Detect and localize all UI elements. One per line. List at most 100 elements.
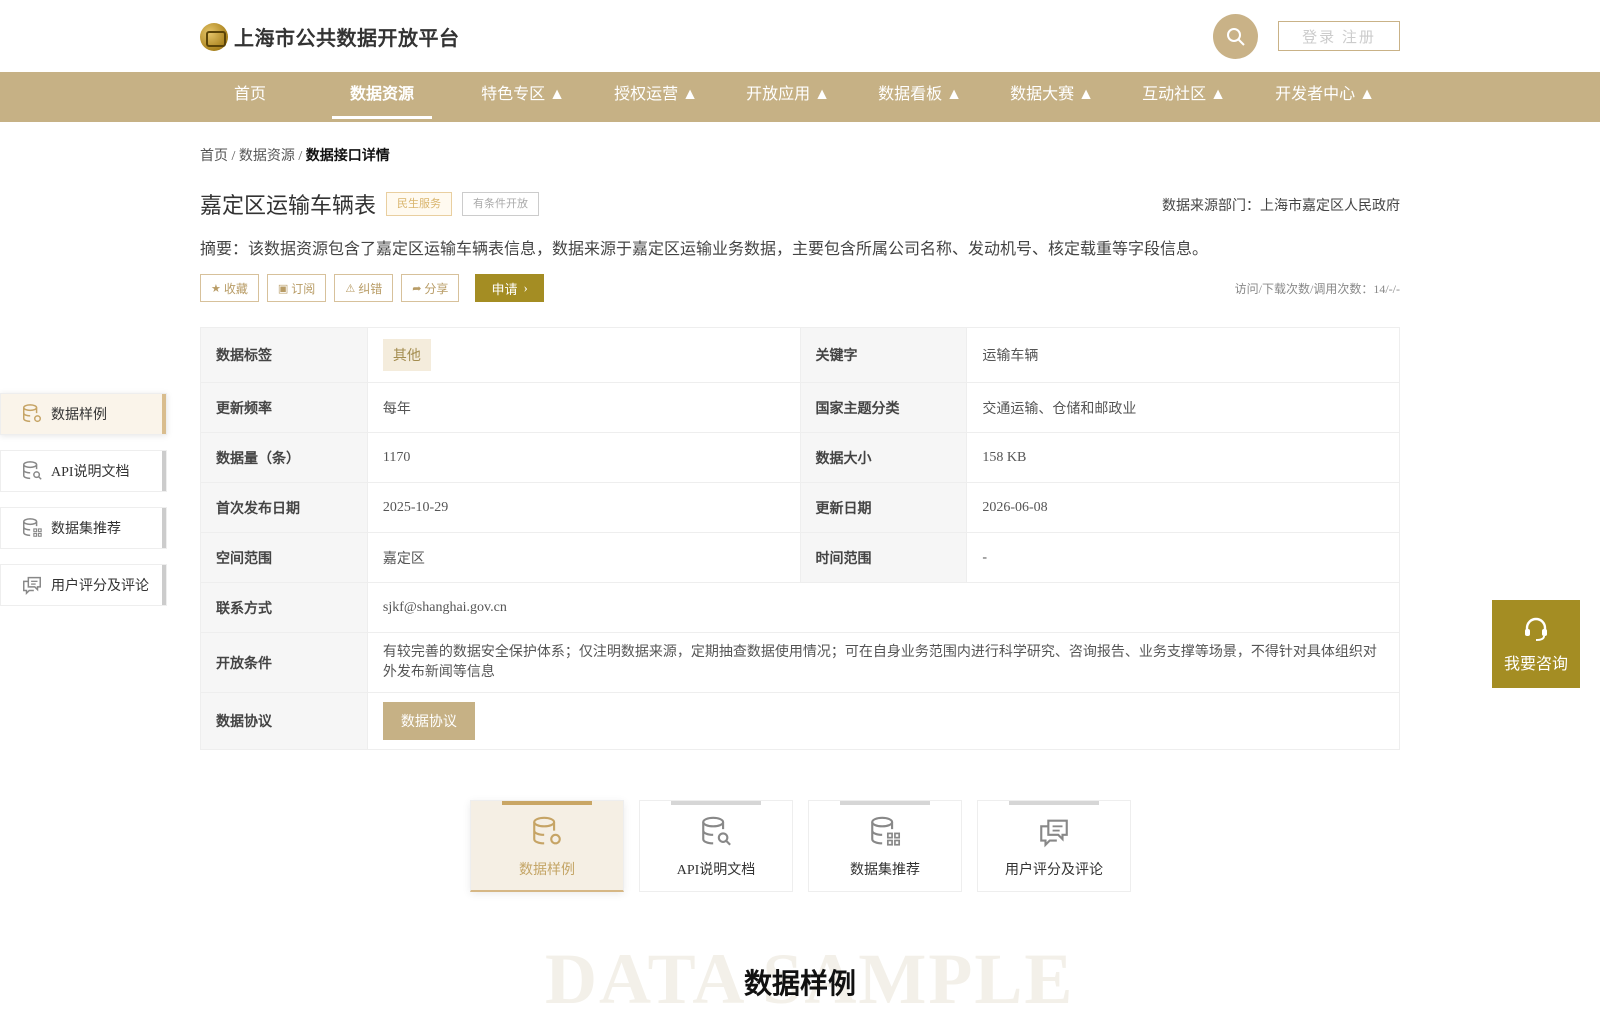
- sidebar-item-data-sample[interactable]: 数据样例: [0, 393, 167, 435]
- nav-item-data-dashboard[interactable]: 数据看板 ▲: [860, 72, 980, 122]
- nav-item-home[interactable]: 首页: [215, 72, 285, 122]
- breadcrumb-separator: /: [294, 149, 306, 164]
- nav-item-developer[interactable]: 开发者中心 ▲: [1255, 72, 1395, 122]
- table-value: 嘉定区: [366, 532, 801, 583]
- table-label: 国家主题分类: [799, 382, 968, 433]
- nav-item-authorized-ops[interactable]: 授权运营 ▲: [596, 72, 716, 122]
- data-tag-pill[interactable]: 其他: [382, 339, 431, 371]
- tab-indicator: [671, 801, 761, 805]
- table-value: 运输车辆: [966, 327, 1400, 383]
- table-label: 联系方式: [200, 582, 368, 633]
- table-value: 交通运输、仓储和邮政业: [966, 382, 1400, 433]
- nav-item-open-apps[interactable]: 开放应用 ▲: [728, 72, 848, 122]
- table-value: sjkf@shanghai.gov.cn: [366, 582, 1401, 633]
- share-button[interactable]: ➦ 分享: [401, 274, 460, 302]
- table-value: 2026-06-08: [966, 482, 1400, 533]
- dataset-title: 嘉定区运输车辆表: [200, 193, 377, 218]
- dataset-info-table: 数据标签 其他 关键字 运输车辆 更新频率 每年 国家主题分类 交通运输、仓储和…: [200, 327, 1401, 750]
- report-error-button[interactable]: ⚠ 纠错: [334, 274, 394, 302]
- table-label: 首次发布日期: [200, 482, 368, 533]
- search-icon: [1226, 27, 1245, 46]
- sidebar-item-label: 数据集推荐: [51, 522, 121, 537]
- apply-button[interactable]: 申请 ›: [475, 274, 544, 302]
- tab-data-sample[interactable]: 数据样例: [470, 800, 624, 892]
- tab-dataset-recommend[interactable]: 数据集推荐: [808, 800, 962, 892]
- database-search-icon: [702, 816, 731, 846]
- table-value: -: [966, 532, 1400, 583]
- database-gear-icon: [533, 816, 561, 845]
- sidebar-item-api-doc[interactable]: API说明文档: [0, 450, 167, 492]
- subscribe-label: 订阅: [291, 281, 316, 296]
- data-protocol-button[interactable]: 数据协议: [382, 702, 475, 740]
- breadcrumb: 首页 / 数据资源 / 数据接口详情: [200, 145, 390, 165]
- database-gear-icon: [23, 404, 41, 423]
- table-label: 空间范围: [200, 532, 368, 583]
- table-value: 每年: [366, 382, 801, 433]
- report-label: 纠错: [358, 281, 383, 296]
- nav-item-data-resources[interactable]: 数据资源: [332, 72, 432, 122]
- tab-indicator: [502, 801, 592, 805]
- sidebar-indicator: [162, 565, 166, 605]
- consult-button[interactable]: 我要咨询: [1492, 600, 1580, 688]
- subscribe-button[interactable]: ▣ 订阅: [266, 274, 327, 302]
- sidebar-item-reviews[interactable]: 用户评分及评论: [0, 564, 167, 606]
- table-label: 数据协议: [200, 692, 368, 750]
- sidebar-indicator: [162, 451, 166, 491]
- dataset-title-row: 嘉定区运输车辆表 民生服务 有条件开放: [200, 188, 549, 220]
- table-label: 关键字: [799, 327, 968, 383]
- table-row: 更新频率 每年 国家主题分类 交通运输、仓储和邮政业: [200, 382, 1400, 433]
- sidebar-item-label: 用户评分及评论: [51, 579, 149, 594]
- breadcrumb-separator: /: [228, 149, 239, 164]
- sidebar-item-label: 数据样例: [51, 408, 107, 423]
- sidebar-item-dataset-recommend[interactable]: 数据集推荐: [0, 507, 167, 549]
- share-label: 分享: [424, 281, 449, 296]
- source-department: 数据来源部门：上海市嘉定区人民政府: [1162, 199, 1400, 214]
- tab-indicator: [1009, 801, 1099, 805]
- tab-reviews[interactable]: 用户评分及评论: [977, 800, 1131, 892]
- nav-item-community[interactable]: 互动社区 ▲: [1124, 72, 1244, 122]
- table-row: 空间范围 嘉定区 时间范围 -: [200, 532, 1400, 583]
- table-label: 更新频率: [200, 382, 368, 433]
- nav-item-special-zone[interactable]: 特色专区 ▲: [463, 72, 583, 122]
- tab-api-doc[interactable]: API说明文档: [639, 800, 793, 892]
- tab-label: API说明文档: [676, 863, 756, 878]
- top-header: 上海市公共数据开放平台 登录 注册: [0, 0, 1600, 72]
- table-label: 数据大小: [799, 432, 968, 483]
- section-title: 数据样例: [743, 969, 856, 1000]
- table-label: 时间范围: [799, 532, 968, 583]
- table-label: 更新日期: [799, 482, 968, 533]
- warning-icon: ⚠: [345, 282, 356, 295]
- nav-item-data-contest[interactable]: 数据大赛 ▲: [992, 72, 1112, 122]
- database-grid-icon: [871, 816, 901, 846]
- chat-bubbles-icon: [23, 576, 41, 596]
- tab-label: 数据样例: [519, 863, 575, 878]
- login-register-button[interactable]: 登录 注册: [1278, 21, 1400, 51]
- table-value: 有较完善的数据安全保护体系；仅注明数据来源，定期抽查数据使用情况；可在自身业务范…: [366, 632, 1401, 693]
- breadcrumb-current: 数据接口详情: [305, 149, 390, 164]
- collect-button[interactable]: ★ 收藏: [200, 274, 259, 302]
- visit-stats: 访问/下载次数/调用次数：14/-/-: [1234, 282, 1400, 296]
- search-button[interactable]: [1213, 14, 1258, 59]
- star-icon: ★: [211, 282, 221, 295]
- table-label: 数据标签: [200, 327, 368, 383]
- table-label: 开放条件: [200, 632, 368, 693]
- dataset-abstract: 摘要：该数据资源包含了嘉定区运输车辆表信息，数据来源于嘉定区运输业务数据，主要包…: [200, 241, 1209, 258]
- table-row: 数据标签 其他 关键字 运输车辆: [200, 327, 1400, 383]
- site-logo[interactable]: 上海市公共数据开放平台: [200, 22, 460, 51]
- chat-bubbles-icon: [1040, 819, 1068, 848]
- table-label: 数据量（条）: [200, 432, 368, 483]
- table-row: 开放条件 有较完善的数据安全保护体系；仅注明数据来源，定期抽查数据使用情况；可在…: [200, 632, 1401, 693]
- share-icon: ➦: [412, 282, 422, 295]
- database-grid-icon: [23, 518, 42, 537]
- action-bar: ★ 收藏 ▣ 订阅 ⚠ 纠错 ➦ 分享 申请 ›: [200, 274, 544, 302]
- consult-label: 我要咨询: [1503, 656, 1568, 673]
- table-row: 数据量（条） 1170 数据大小 158 KB: [200, 432, 1400, 483]
- sidebar-item-label: API说明文档: [51, 465, 130, 480]
- open-type-tag: 有条件开放: [462, 192, 540, 216]
- table-value: 1170: [366, 432, 801, 483]
- site-title: 上海市公共数据开放平台: [234, 26, 460, 50]
- tab-label: 数据集推荐: [850, 863, 920, 878]
- breadcrumb-section[interactable]: 数据资源: [239, 149, 295, 164]
- breadcrumb-home[interactable]: 首页: [200, 149, 228, 164]
- detail-tabs: 数据样例 API说明文档 数据集推荐 用户评分及评论: [470, 800, 1146, 892]
